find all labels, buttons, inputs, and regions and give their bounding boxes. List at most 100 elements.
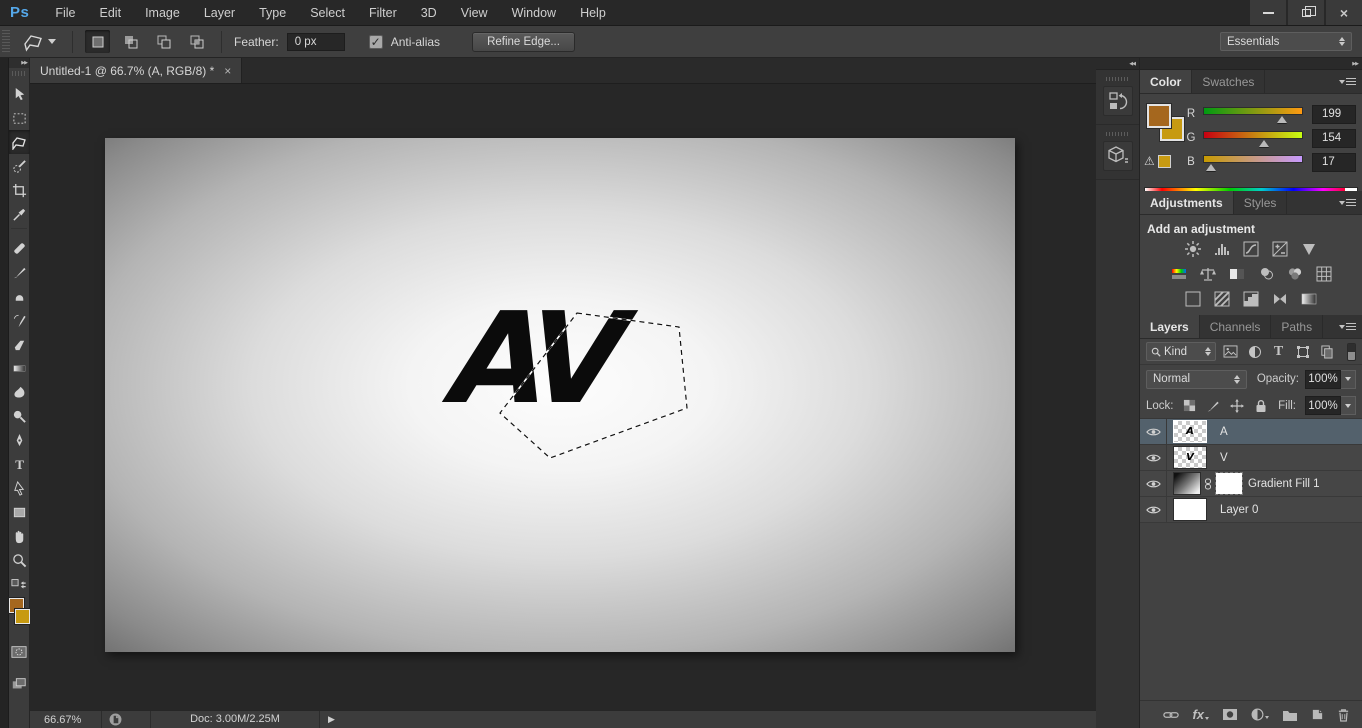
closest-web-color-swatch[interactable] — [1157, 154, 1171, 168]
opacity-value[interactable]: 100% — [1305, 369, 1341, 389]
tool-zoom[interactable] — [9, 548, 30, 572]
color-panel-menu-icon[interactable] — [1339, 70, 1362, 93]
panel-foreground-swatch[interactable] — [1146, 103, 1172, 129]
hue-saturation-button[interactable] — [1168, 265, 1190, 283]
panel-dock-collapse-icon[interactable]: ▶▶ — [1140, 58, 1362, 70]
current-tool-dropdown[interactable] — [18, 32, 60, 52]
layer-visibility-toggle[interactable] — [1140, 471, 1167, 496]
threshold-button[interactable] — [1240, 290, 1262, 308]
black-white-button[interactable] — [1226, 265, 1248, 283]
screen-mode-button[interactable] — [9, 672, 30, 696]
layer-visibility-toggle[interactable] — [1140, 497, 1167, 522]
menu-view[interactable]: View — [449, 6, 500, 20]
brightness-contrast-button[interactable] — [1182, 240, 1204, 258]
layer-visibility-toggle[interactable] — [1140, 445, 1167, 470]
menu-help[interactable]: Help — [568, 6, 618, 20]
swap-colors-button[interactable] — [9, 572, 30, 596]
new-adjustment-layer-button[interactable] — [1251, 708, 1269, 721]
close-button[interactable]: × — [1326, 0, 1362, 25]
tool-spot-healing-brush[interactable] — [9, 236, 30, 260]
feather-input[interactable] — [286, 32, 345, 51]
layers-panel-menu-icon[interactable] — [1339, 315, 1362, 338]
tool-clone-stamp[interactable] — [9, 284, 30, 308]
delete-layer-button[interactable] — [1337, 708, 1350, 722]
lock-transparent-pixels-button[interactable] — [1181, 397, 1198, 414]
tool-type[interactable]: T — [9, 452, 30, 476]
lock-all-button[interactable] — [1253, 397, 1270, 414]
opacity-control[interactable]: 100% — [1305, 369, 1356, 389]
refine-edge-button[interactable]: Refine Edge... — [472, 31, 575, 52]
menu-edit[interactable]: Edit — [88, 6, 134, 20]
red-slider[interactable] — [1203, 107, 1303, 123]
blend-mode-dropdown[interactable]: Normal — [1146, 369, 1247, 389]
blue-slider-thumb[interactable] — [1206, 164, 1216, 171]
antialias-checkbox[interactable]: ✓ — [368, 34, 383, 49]
layer-thumbnail[interactable]: A — [1173, 420, 1207, 443]
layer-name[interactable]: Gradient Fill 1 — [1248, 478, 1320, 490]
filter-pixel-layers-button[interactable] — [1221, 342, 1240, 361]
layer-thumbnail[interactable]: V — [1173, 446, 1207, 469]
layer-row-v[interactable]: V V — [1140, 445, 1362, 471]
levels-button[interactable] — [1211, 240, 1233, 258]
layer-mask-thumbnail[interactable] — [1215, 472, 1243, 495]
tool-eyedropper[interactable] — [9, 202, 30, 226]
filter-shape-layers-button[interactable] — [1293, 342, 1312, 361]
tool-quick-selection[interactable] — [9, 154, 30, 178]
tool-path-selection[interactable] — [9, 476, 30, 500]
tab-channels[interactable]: Channels — [1199, 315, 1272, 338]
workspace-switcher[interactable]: Essentials — [1220, 32, 1352, 51]
tool-dodge[interactable] — [9, 404, 30, 428]
tool-eraser[interactable] — [9, 332, 30, 356]
gamut-warning-group[interactable]: ⚠ — [1144, 154, 1171, 168]
layer-visibility-toggle[interactable] — [1140, 419, 1167, 444]
layer-name[interactable]: A — [1220, 426, 1228, 438]
opacity-caret-icon[interactable] — [1341, 369, 1356, 389]
layer-row-layer0[interactable]: Layer 0 — [1140, 497, 1362, 523]
fill-caret-icon[interactable] — [1341, 396, 1356, 415]
tools-grip[interactable] — [12, 71, 26, 76]
menu-3d[interactable]: 3D — [409, 6, 449, 20]
menu-image[interactable]: Image — [133, 6, 192, 20]
new-layer-button[interactable] — [1311, 708, 1324, 721]
selective-color-button[interactable] — [1269, 290, 1291, 308]
exposure-button[interactable] — [1269, 240, 1291, 258]
tool-rectangle[interactable] — [9, 500, 30, 524]
menu-type[interactable]: Type — [247, 6, 298, 20]
dock-collapse-icon[interactable]: ◀◀ — [1096, 58, 1139, 70]
tool-history-brush[interactable] — [9, 308, 30, 332]
gradient-map-button[interactable] — [1298, 290, 1320, 308]
posterize-button[interactable] — [1211, 290, 1233, 308]
mask-link-icon[interactable] — [1204, 478, 1212, 490]
restore-button[interactable] — [1288, 0, 1324, 25]
minimize-button[interactable] — [1250, 0, 1286, 25]
tab-swatches[interactable]: Swatches — [1192, 70, 1266, 93]
document-tab-close-icon[interactable]: × — [224, 64, 231, 78]
link-layers-button[interactable] — [1163, 710, 1180, 720]
menu-select[interactable]: Select — [298, 6, 357, 20]
tool-move[interactable] — [9, 82, 30, 106]
properties-panel-button[interactable] — [1102, 141, 1133, 171]
properties-panel-grip[interactable] — [1105, 132, 1130, 136]
new-selection-button[interactable] — [85, 30, 110, 53]
status-options-arrow-icon[interactable]: ▶ — [328, 714, 335, 725]
options-bar-grip[interactable] — [2, 29, 10, 54]
add-layer-mask-button[interactable] — [1222, 708, 1238, 721]
photo-filter-button[interactable] — [1255, 265, 1277, 283]
layer-thumbnail[interactable] — [1173, 498, 1207, 521]
history-panel-button[interactable] — [1102, 86, 1133, 116]
tool-pen[interactable] — [9, 428, 30, 452]
history-panel-grip[interactable] — [1105, 77, 1130, 81]
red-slider-thumb[interactable] — [1277, 116, 1287, 123]
green-value-field[interactable]: 154 — [1312, 128, 1356, 148]
subtract-from-selection-button[interactable] — [151, 30, 176, 53]
layer-name[interactable]: V — [1220, 452, 1228, 464]
curves-button[interactable] — [1240, 240, 1262, 258]
layer-style-button[interactable]: fx — [1192, 707, 1209, 722]
lock-image-pixels-button[interactable] — [1205, 397, 1222, 414]
layer-row-gradient-fill[interactable]: Gradient Fill 1 — [1140, 471, 1362, 497]
green-slider[interactable] — [1203, 131, 1303, 147]
layer-row-a[interactable]: A A — [1140, 419, 1362, 445]
document-tab[interactable]: Untitled-1 @ 66.7% (A, RGB/8) * × — [30, 58, 243, 83]
document-size-readout[interactable]: Doc: 3.00M/2.25M — [150, 711, 320, 728]
tool-polygonal-lasso[interactable] — [8, 130, 30, 154]
